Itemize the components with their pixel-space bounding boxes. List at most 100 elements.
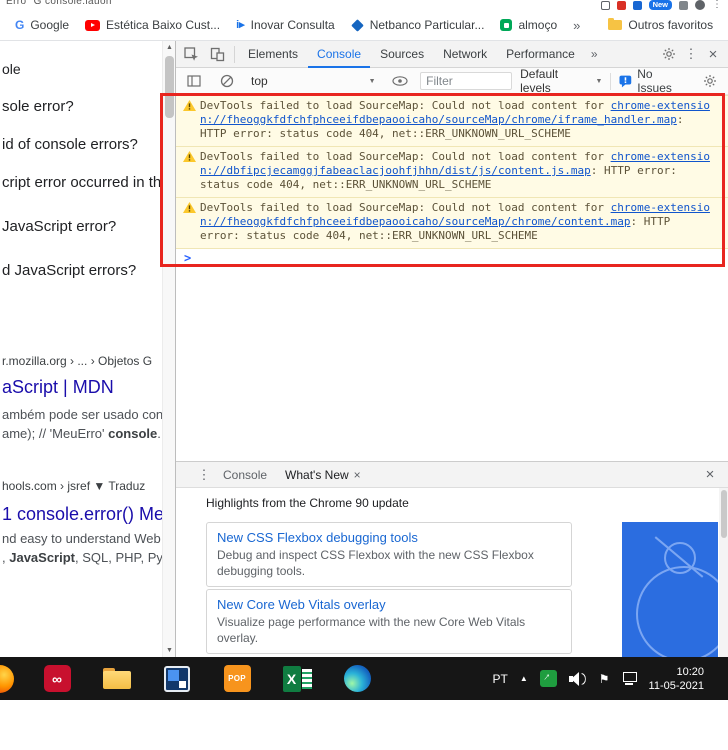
toolbar-divider: [234, 45, 235, 63]
extension-red-icon[interactable]: [616, 1, 626, 10]
context-select[interactable]: top: [247, 74, 380, 88]
file-explorer-taskbar-button[interactable]: [87, 657, 147, 700]
whats-new-card: New CSS Flexbox debugging tools Debug an…: [206, 522, 572, 588]
devtools-settings-gear-icon[interactable]: [656, 42, 681, 67]
context-select-value: top: [251, 74, 268, 88]
no-issues-button[interactable]: No Issues: [619, 67, 689, 95]
console-prompt[interactable]: [176, 249, 728, 268]
bookmark-inovar[interactable]: Inovar Consulta: [229, 15, 342, 35]
google-favicon: G: [15, 18, 25, 32]
tray-sync-icon[interactable]: [539, 670, 557, 687]
drawer-scrollbar[interactable]: [719, 488, 728, 657]
tab-network[interactable]: Network: [434, 41, 496, 68]
result-breadcrumb: hools.com › jsref ▼ Traduz: [2, 479, 146, 493]
drawer-close-icon[interactable]: [698, 466, 722, 483]
page-text-fragment: ole: [2, 61, 21, 77]
related-question[interactable]: JavaScript error?: [2, 218, 116, 235]
whats-new-card-link[interactable]: New CSS Flexbox debugging tools: [217, 530, 561, 545]
browser-menu-icon[interactable]: [712, 0, 722, 10]
devtools-tabbar: Elements Console Sources Network Perform…: [176, 41, 728, 68]
edge-taskbar-button[interactable]: [327, 657, 387, 700]
browser-topbar: Erro "G console.lauon New: [0, 0, 728, 10]
extension-blue-icon[interactable]: [632, 1, 642, 10]
related-question[interactable]: id of console errors?: [2, 136, 138, 153]
devtools-drawer: Console What's New Highlights from the C…: [176, 461, 728, 657]
result-breadcrumb: r.mozilla.org › ... › Objetos G: [2, 354, 153, 368]
drawer-tab-whats-new[interactable]: What's New: [276, 462, 370, 488]
console-warning-message: DevTools failed to load SourceMap: Could…: [176, 95, 728, 147]
other-favorites-folder[interactable]: Outros favoritos: [601, 15, 720, 35]
bookmarks-bar: G Google Estética Baixo Cust... Inovar C…: [0, 10, 728, 41]
volume-icon[interactable]: [568, 671, 587, 686]
other-favorites-label: Outros favoritos: [628, 18, 714, 32]
whats-new-heading: Highlights from the Chrome 90 update: [206, 496, 409, 510]
page-scrollbar[interactable]: [162, 41, 175, 657]
toolbar-divider: [610, 72, 612, 90]
drawer-tab-console[interactable]: Console: [214, 462, 276, 488]
bookmark-netbanco[interactable]: Netbanco Particular...: [344, 15, 492, 35]
console-toolbar: top Default levels No Issues: [176, 67, 728, 95]
live-expression-eye-icon[interactable]: [388, 69, 413, 94]
bookmark-google[interactable]: G Google: [8, 15, 76, 35]
devtools-panel: Elements Console Sources Network Perform…: [160, 41, 728, 657]
acrobat-icon: [43, 665, 71, 692]
related-question[interactable]: d JavaScript errors?: [2, 262, 136, 279]
chrome-update-artwork: [622, 522, 718, 657]
whats-new-panel: Highlights from the Chrome 90 update New…: [176, 488, 728, 657]
almoco-favicon: [500, 19, 513, 31]
bookmark-label: Google: [30, 18, 70, 32]
firefox-icon[interactable]: [0, 665, 14, 693]
whats-new-card-body: Debug and inspect CSS Flexbox with the n…: [217, 548, 534, 578]
acrobat-taskbar-button[interactable]: [27, 657, 87, 700]
app-window-taskbar-button[interactable]: [147, 657, 207, 700]
drawer-menu-icon[interactable]: [194, 467, 214, 483]
drawer-tabbar: Console What's New: [176, 462, 728, 488]
clear-console-icon[interactable]: [215, 69, 240, 94]
pop-icon: POP: [223, 665, 251, 692]
language-indicator[interactable]: PT: [493, 672, 508, 686]
related-question[interactable]: sole error?: [2, 98, 74, 115]
pop-taskbar-button[interactable]: POP: [207, 657, 267, 700]
extensions-puzzle-icon[interactable]: [679, 1, 688, 10]
tab-console[interactable]: Console: [308, 41, 370, 68]
whats-new-card-link[interactable]: New Core Web Vitals overlay: [217, 597, 561, 612]
extension-icon[interactable]: [600, 1, 610, 10]
device-toolbar-icon[interactable]: [205, 42, 230, 67]
address-bar-text[interactable]: Erro "G console.lauon: [6, 0, 112, 7]
inspect-element-icon[interactable]: [179, 42, 204, 67]
bookmarks-overflow-chevron[interactable]: »: [566, 18, 587, 33]
tab-elements[interactable]: Elements: [239, 41, 307, 68]
filter-input[interactable]: [420, 72, 513, 90]
hidden-icons-chevron[interactable]: [520, 674, 528, 683]
warning-icon: [183, 202, 196, 217]
system-tray: PT 10:20 11-05-2021: [493, 657, 704, 700]
devtools-close-icon[interactable]: [701, 46, 725, 63]
tab-performance[interactable]: Performance: [497, 41, 584, 68]
scrollbar-thumb[interactable]: [720, 490, 727, 538]
whats-new-close-icon[interactable]: [354, 462, 361, 488]
result-title-link[interactable]: 1 console.error() Me: [2, 504, 162, 525]
console-sidebar-icon[interactable]: [182, 69, 207, 94]
whats-new-card: New Core Web Vitals overlay Visualize pa…: [206, 589, 572, 655]
taskbar-clock[interactable]: 10:20 11-05-2021: [649, 665, 704, 693]
excel-taskbar-button[interactable]: [267, 657, 327, 700]
console-settings-gear-icon[interactable]: [697, 69, 722, 94]
related-question[interactable]: cript error occurred in th: [2, 174, 161, 191]
console-messages: DevTools failed to load SourceMap: Could…: [176, 95, 728, 268]
bookmark-almoco[interactable]: almoço: [493, 15, 564, 35]
bookmark-label: Inovar Consulta: [250, 18, 335, 32]
console-warning-message: DevTools failed to load SourceMap: Could…: [176, 198, 728, 249]
bookmark-label: Netbanco Particular...: [369, 18, 485, 32]
bookmark-estetica[interactable]: Estética Baixo Cust...: [78, 15, 227, 35]
tab-sources[interactable]: Sources: [371, 41, 433, 68]
result-title-link[interactable]: aScript | MDN: [2, 377, 114, 398]
log-levels-select[interactable]: Default levels: [520, 67, 602, 95]
new-badge[interactable]: New: [648, 0, 672, 10]
more-tabs-chevron[interactable]: »: [585, 47, 604, 61]
network-icon[interactable]: [622, 672, 637, 685]
profile-avatar[interactable]: [695, 0, 705, 10]
devtools-menu-icon[interactable]: [681, 46, 701, 62]
action-center-flag-icon[interactable]: [599, 672, 610, 686]
chevron-down-icon: [596, 78, 603, 85]
scrollbar-thumb[interactable]: [165, 56, 174, 118]
